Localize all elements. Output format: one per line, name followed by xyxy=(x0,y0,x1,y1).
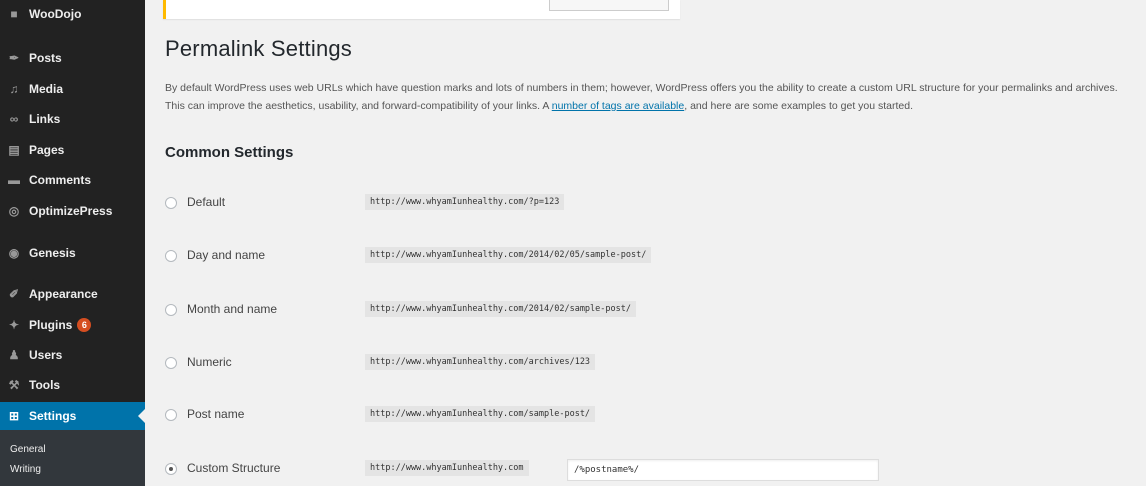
sidebar-item-media[interactable]: ♫ Media xyxy=(0,75,145,103)
radio-numeric[interactable] xyxy=(165,357,177,369)
example-url: http://www.whyamIunhealthy.com/2014/02/0… xyxy=(365,247,652,263)
wrench-icon: ⚒ xyxy=(8,378,20,392)
sidebar-item-users[interactable]: ♟ Users xyxy=(0,341,145,369)
intro-text-end: , and here are some examples to get you … xyxy=(684,100,914,112)
sidebar-item-label: Genesis xyxy=(29,246,76,260)
radio-month-and-name[interactable] xyxy=(165,304,177,316)
sidebar-item-label: Comments xyxy=(29,173,92,187)
sidebar-item-tools[interactable]: ⚒ Tools xyxy=(0,371,145,399)
sidebar-item-label: Settings xyxy=(29,409,77,423)
user-icon: ♟ xyxy=(8,348,20,362)
sidebar-item-optimizepress[interactable]: ◎ OptimizePress xyxy=(0,197,145,225)
sidebar-item-label: Media xyxy=(29,82,64,96)
update-count-badge: 6 xyxy=(77,318,92,332)
example-url: http://www.whyamIunhealthy.com xyxy=(365,460,529,476)
intro-paragraph: By default WordPress uses web URLs which… xyxy=(165,79,1125,115)
sidebar-item-label: Appearance xyxy=(29,287,98,301)
admin-sidebar: ■ WooDojo ✒ Posts ♫ Media ∞ Links ▤ Page… xyxy=(0,0,145,486)
custom-structure-input[interactable] xyxy=(567,459,879,481)
radio-custom-structure[interactable] xyxy=(165,463,177,475)
sidebar-item-plugins[interactable]: ✦ Plugins 6 xyxy=(0,311,145,339)
pushpin-icon: ✒ xyxy=(8,51,20,65)
example-url: http://www.whyamIunhealthy.com/sample-po… xyxy=(365,406,596,422)
tags-link[interactable]: number of tags are available xyxy=(552,100,685,112)
option-label[interactable]: Default xyxy=(187,195,225,209)
media-icon: ♫ xyxy=(9,82,19,96)
pages-icon: ▤ xyxy=(8,143,20,157)
option-label[interactable]: Post name xyxy=(187,407,244,421)
section-title: Common Settings xyxy=(165,144,294,161)
sidebar-item-comments[interactable]: ▬ Comments xyxy=(0,166,145,194)
optimizepress-icon: ◎ xyxy=(8,204,20,218)
settings-icon: ⊞ xyxy=(8,409,20,423)
example-url: http://www.whyamIunhealthy.com/2014/02/s… xyxy=(365,301,636,317)
sidebar-item-label: Pages xyxy=(29,143,65,157)
example-url: http://www.whyamIunhealthy.com/?p=123 xyxy=(365,194,565,210)
sidebar-item-label: OptimizePress xyxy=(29,204,113,218)
radio-post-name[interactable] xyxy=(165,409,177,421)
sidebar-item-label: Plugins xyxy=(29,318,73,332)
sidebar-item-links[interactable]: ∞ Links xyxy=(0,105,145,133)
sidebar-item-label: Tools xyxy=(29,378,61,392)
comment-icon: ▬ xyxy=(8,173,20,187)
sidebar-item-label: Posts xyxy=(29,51,62,65)
sidebar-item-woodojo[interactable]: ■ WooDojo xyxy=(0,0,145,28)
sidebar-item-label: Users xyxy=(29,348,63,362)
example-url: http://www.whyamIunhealthy.com/archives/… xyxy=(365,354,596,370)
submenu-item-general[interactable]: General xyxy=(10,444,46,455)
sidebar-item-pages[interactable]: ▤ Pages xyxy=(0,136,145,164)
option-label[interactable]: Numeric xyxy=(187,355,232,369)
radio-day-and-name[interactable] xyxy=(165,250,177,262)
sidebar-item-settings[interactable]: ⊞ Settings xyxy=(0,402,145,430)
settings-submenu: General Writing xyxy=(0,430,145,486)
genesis-icon: ◉ xyxy=(8,246,20,260)
active-menu-arrow xyxy=(138,409,145,423)
page-title: Permalink Settings xyxy=(165,36,353,61)
option-label[interactable]: Month and name xyxy=(187,302,277,316)
sidebar-item-appearance[interactable]: ✐ Appearance xyxy=(0,280,145,308)
radio-default[interactable] xyxy=(165,197,177,209)
sidebar-item-label: WooDojo xyxy=(29,7,82,21)
sidebar-item-posts[interactable]: ✒ Posts xyxy=(0,44,145,72)
sidebar-item-label: Links xyxy=(29,112,61,126)
brush-icon: ✐ xyxy=(8,287,20,301)
option-label[interactable]: Custom Structure xyxy=(187,461,280,475)
admin-notice xyxy=(163,0,680,19)
woodojo-icon: ■ xyxy=(10,7,18,21)
sidebar-item-genesis[interactable]: ◉ Genesis xyxy=(0,239,145,267)
submenu-item-writing[interactable]: Writing xyxy=(10,464,41,475)
option-label[interactable]: Day and name xyxy=(187,248,265,262)
link-icon: ∞ xyxy=(9,112,19,126)
notice-button[interactable] xyxy=(549,0,669,11)
plug-icon: ✦ xyxy=(8,318,20,332)
